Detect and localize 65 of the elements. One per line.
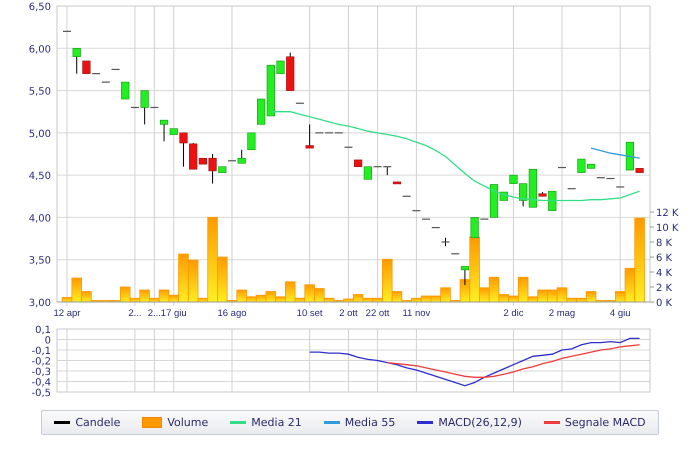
price-dash — [63, 30, 71, 32]
candlestick — [140, 90, 149, 125]
price-dash — [451, 253, 460, 254]
candlestick — [306, 124, 314, 149]
candlestick — [577, 158, 586, 174]
axis-label: 0 K — [656, 298, 672, 309]
axis-label: 10 set — [296, 308, 323, 319]
candlestick — [460, 266, 470, 286]
axis-label: 2 dic — [503, 308, 524, 319]
axis-label: 3,50 — [28, 256, 51, 267]
price-dash — [568, 188, 576, 190]
legend-label: Segnale MACD — [564, 416, 646, 429]
legend-label: Candele — [75, 416, 120, 429]
legend-label: Media 21 — [251, 416, 302, 429]
axis-label: 2 ott — [339, 308, 358, 319]
price-dash — [130, 106, 139, 108]
candlestick — [392, 181, 402, 184]
axis-label: 11 nov — [402, 308, 430, 319]
axis-label: 16 ago — [217, 308, 247, 319]
price-dash — [344, 146, 352, 148]
price-dash — [296, 102, 304, 104]
axis-label: 12 K — [656, 208, 678, 220]
axis-label: 0 — [44, 336, 51, 346]
price-dash — [228, 160, 236, 162]
axis-label: -0,5 — [31, 388, 51, 399]
axis-label: 10 K — [656, 223, 678, 234]
axis-label: 4 K — [656, 268, 672, 280]
candlestick — [626, 142, 634, 171]
price-dash — [442, 237, 450, 247]
axis-label: -0,1 — [31, 346, 51, 357]
candlestick — [121, 82, 130, 100]
axis-label: 2 mag — [548, 308, 576, 319]
candlestick — [238, 149, 246, 164]
axis-label: -0,3 — [31, 367, 51, 378]
price-dash — [112, 68, 120, 70]
legend-label: Volume — [167, 416, 208, 429]
price-dash — [558, 166, 566, 168]
axis-label: -0,4 — [31, 378, 51, 388]
axis-label: 4,00 — [28, 213, 51, 224]
axis-label: 4 giu — [610, 308, 630, 319]
candlestick — [587, 164, 596, 169]
axis-label: 6 K — [656, 253, 672, 264]
axis-label: 6,50 — [28, 2, 51, 13]
axis-label: 3,00 — [28, 298, 51, 309]
axis-label: 22 ott — [366, 308, 390, 319]
axis-label: 0,1 — [35, 325, 51, 336]
axis-label: 5,00 — [28, 128, 51, 140]
axis-label: -0,2 — [31, 356, 51, 368]
axis-label: 12 apr — [54, 308, 80, 319]
axis-label: 6,00 — [28, 44, 51, 56]
price-dash — [402, 196, 411, 197]
axis-label: 2... — [148, 308, 161, 319]
candlestick — [247, 132, 256, 150]
axis-label: 2 K — [656, 283, 672, 294]
axis-label: 2... — [128, 308, 142, 319]
axis-label: 17 giu — [160, 308, 187, 319]
axis-label: 4,50 — [28, 171, 51, 182]
candlestick — [636, 168, 644, 174]
price-dash — [480, 218, 488, 220]
candlestick — [470, 216, 479, 238]
legend-label: Media 55 — [344, 416, 396, 429]
legend-label: MACD(26,12,9) — [438, 416, 522, 429]
price-dash — [150, 106, 158, 108]
axis-label: 8 K — [656, 238, 672, 250]
axis-label: 5,50 — [28, 86, 51, 98]
